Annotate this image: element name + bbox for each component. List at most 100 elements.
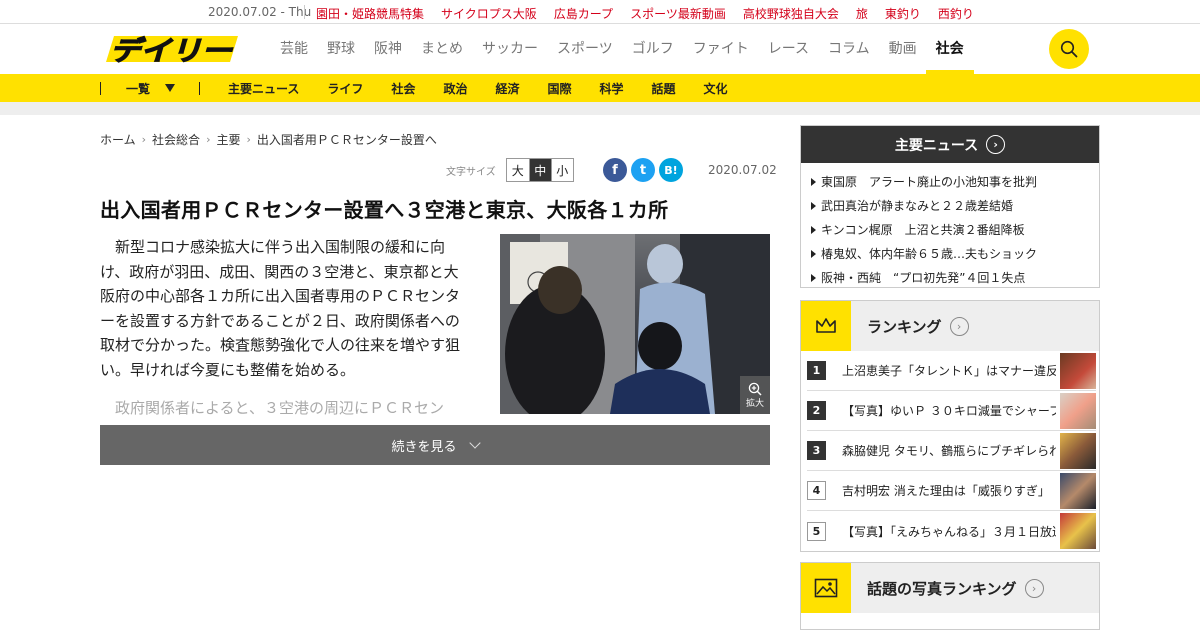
subnav-item[interactable]: 科学	[599, 80, 623, 97]
subnav-item[interactable]: 経済	[495, 80, 519, 97]
ranking-text: 上沼恵美子「タレントＫ」はマナー違反	[842, 364, 1056, 378]
category-subnav: 一覧 主要ニュース ライフ 社会 政治 経済 国際 科学 話題 文化	[0, 74, 1200, 102]
ranking-header[interactable]: ランキング ›	[801, 301, 1099, 351]
ranking-text: 吉村明宏 消えた理由は「威張りすぎ」	[842, 484, 1050, 498]
chevron-right-icon: ›	[949, 316, 969, 336]
breadcrumb-item[interactable]: 社会総合	[152, 131, 200, 148]
caret-down-icon[interactable]	[165, 84, 175, 92]
topbar-link[interactable]: 東釣り	[885, 5, 921, 22]
subnav-item[interactable]: 話題	[652, 80, 676, 97]
nav-item-soccer[interactable]: サッカー	[482, 24, 538, 74]
news-item[interactable]: 阪神・西純 “プロ初先発”４回１失点	[811, 266, 1089, 290]
ranking-row[interactable]: 2 【写真】ゆいＰ ３０キロ減量でシャープに	[807, 391, 1096, 431]
publish-date: 2020.07.02	[708, 163, 777, 177]
nav-item-hanshin[interactable]: 阪神	[374, 24, 402, 74]
share-buttons: f t B!	[603, 158, 683, 182]
ranking-row[interactable]: 4 吉村明宏 消えた理由は「威張りすぎ」	[807, 471, 1096, 511]
subnav-item[interactable]: 国際	[547, 80, 571, 97]
subnav-item[interactable]: 政治	[443, 80, 467, 97]
breadcrumb-item[interactable]: ホーム	[100, 131, 136, 148]
utility-bar: 2020.07.02 - Thu 園田・姫路競馬特集 サイクロプス大阪 広島カー…	[0, 0, 1200, 24]
search-button[interactable]	[1049, 29, 1089, 69]
topbar-link[interactable]: 園田・姫路競馬特集	[316, 5, 424, 22]
topbar-link[interactable]: スポーツ最新動画	[630, 5, 726, 22]
divider	[199, 82, 200, 95]
ranking-thumbnail	[1060, 392, 1096, 429]
zoom-label: 拡大	[745, 398, 764, 409]
news-item[interactable]: 椿鬼奴、体内年齢６５歳…夫もショック	[811, 242, 1089, 266]
chevron-right-icon: ›	[986, 135, 1006, 154]
nav-item-shakai[interactable]: 社会	[925, 24, 974, 74]
current-date: 2020.07.02 - Thu	[208, 5, 312, 19]
nav-item-matome[interactable]: まとめ	[421, 24, 463, 74]
news-item[interactable]: 東国原 アラート廃止の小池知事を批判	[811, 170, 1089, 194]
bullet-icon	[811, 274, 816, 282]
twitter-share-icon[interactable]: t	[631, 158, 655, 182]
rank-number: 4	[807, 481, 826, 500]
divider	[100, 82, 101, 95]
news-item-text: 椿鬼奴、体内年齢６５歳…夫もショック	[821, 247, 1038, 261]
main-news-header[interactable]: 主要ニュース ›	[801, 126, 1099, 163]
ranking-title: ランキング	[867, 317, 942, 336]
font-size-large-button[interactable]: 大	[507, 159, 529, 181]
bullet-icon	[811, 178, 816, 186]
nav-item-column[interactable]: コラム	[828, 24, 870, 74]
nav-item-race[interactable]: レース	[768, 24, 809, 74]
article-photo[interactable]: 拡大	[500, 234, 770, 414]
global-nav: 芸能 野球 阪神 まとめ サッカー スポーツ ゴルフ ファイト レース コラム …	[280, 24, 983, 74]
subnav-items: 主要ニュース ライフ 社会 政治 経済 国際 科学 話題 文化	[228, 80, 756, 97]
ranking-row[interactable]: 5 【写真】「えみちゃんねる」３月１日放送	[807, 511, 1096, 551]
subnav-item[interactable]: ライフ	[327, 80, 363, 97]
read-more-button[interactable]: 続きを見る	[100, 425, 770, 465]
rank-number: 2	[807, 401, 826, 420]
chevron-right-icon: ›	[246, 133, 251, 146]
topbar-link[interactable]: サイクロプス大阪	[441, 5, 537, 22]
zoom-button[interactable]: 拡大	[740, 376, 770, 414]
daily-logo-icon: デイリー	[100, 32, 240, 68]
news-item[interactable]: 武田真治が静まなみと２２歳差結婚	[811, 194, 1089, 218]
news-item-text: 武田真治が静まなみと２２歳差結婚	[821, 199, 1014, 213]
nav-item-video[interactable]: 動画	[889, 24, 917, 74]
breadcrumb-current: 出入国者用ＰＣＲセンター設置へ	[256, 133, 437, 147]
topbar-link[interactable]: 高校野球独自大会	[743, 5, 839, 22]
ranking-text: 【写真】「えみちゃんねる」３月１日放送	[842, 524, 1056, 539]
bullet-icon	[811, 226, 816, 234]
photo-ranking-header[interactable]: 話題の写真ランキング ›	[801, 563, 1099, 613]
ranking-thumbnail	[1060, 472, 1096, 509]
subnav-item[interactable]: 社会	[391, 80, 415, 97]
topbar-link[interactable]: 旅	[856, 5, 868, 22]
news-item[interactable]: キンコン梶原 上沼と共演２番組降板	[811, 218, 1089, 242]
font-size-small-button[interactable]: 小	[550, 159, 573, 181]
subnav-item[interactable]: 主要ニュース	[228, 80, 299, 97]
hatena-bookmark-icon[interactable]: B!	[659, 158, 683, 182]
font-size-buttons: 大 中 小	[505, 158, 574, 182]
font-size-medium-button[interactable]: 中	[528, 159, 551, 181]
nav-item-geino[interactable]: 芸能	[280, 24, 308, 74]
font-size-label: 文字サイズ	[446, 166, 496, 178]
nav-item-yakyu[interactable]: 野球	[327, 24, 355, 74]
photo-ranking-box: 話題の写真ランキング ›	[800, 562, 1100, 630]
ranking-thumbnail	[1060, 513, 1096, 549]
topbar-link[interactable]: 西釣り	[938, 5, 974, 22]
site-logo[interactable]: デイリー	[100, 32, 240, 68]
image-glyph	[814, 578, 838, 598]
nav-item-fight[interactable]: ファイト	[693, 24, 749, 74]
topbar-link[interactable]: 広島カープ	[554, 5, 613, 22]
zoom-in-icon	[748, 382, 762, 396]
nav-item-golf[interactable]: ゴルフ	[632, 24, 674, 74]
read-more-label: 続きを見る	[391, 439, 457, 455]
chevron-right-icon: ›	[206, 133, 211, 146]
ranking-text: 【写真】ゆいＰ ３０キロ減量でシャープに	[842, 404, 1056, 418]
facebook-share-icon[interactable]: f	[603, 158, 627, 182]
subnav-item[interactable]: 文化	[704, 80, 728, 97]
category-list-dropdown[interactable]: 一覧	[126, 80, 150, 97]
bullet-icon	[811, 250, 816, 258]
image-icon	[801, 563, 851, 613]
article-paragraph: 新型コロナ感染拡大に伴う出入国制限の緩和に向け、政府が羽田、成田、関西の３空港と…	[100, 238, 461, 379]
ranking-row[interactable]: 1 上沼恵美子「タレントＫ」はマナー違反	[807, 351, 1096, 391]
ranking-row[interactable]: 3 森脇健児 タモリ、鶴瓶らにブチギレられ	[807, 431, 1096, 471]
breadcrumb-item[interactable]: 主要	[216, 131, 240, 148]
main-news-list: 東国原 アラート廃止の小池知事を批判 武田真治が静まなみと２２歳差結婚 キンコン…	[801, 163, 1099, 290]
nav-item-sports[interactable]: スポーツ	[557, 24, 613, 74]
ranking-thumbnail	[1060, 432, 1096, 469]
